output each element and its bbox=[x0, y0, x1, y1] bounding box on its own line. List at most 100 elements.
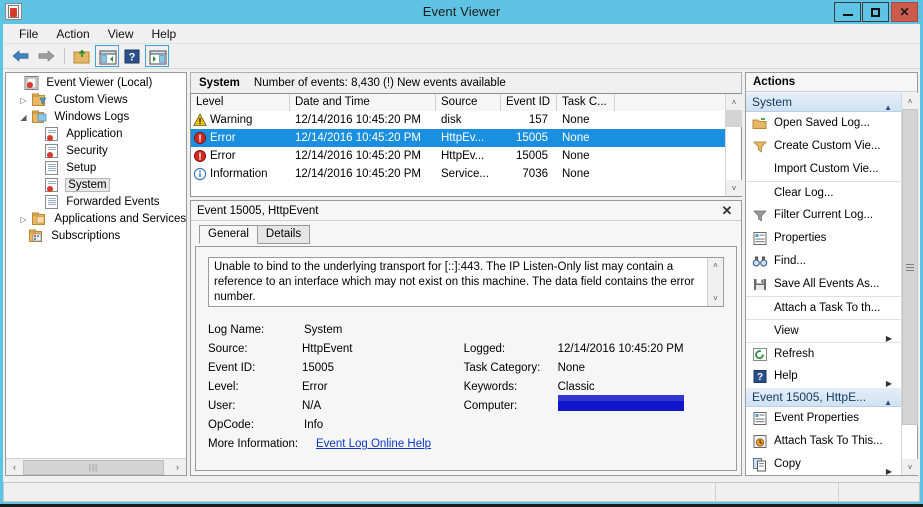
console-tree-horizontal-scrollbar[interactable]: ‹ ||| › bbox=[6, 458, 186, 475]
column-header-source[interactable]: Source bbox=[436, 94, 501, 111]
maximize-button[interactable] bbox=[862, 2, 889, 22]
tree-item-subscriptions[interactable]: Subscriptions bbox=[6, 228, 186, 245]
scroll-right-arrow[interactable]: › bbox=[169, 459, 186, 475]
menu-bar: File Action View Help bbox=[3, 24, 920, 44]
section-header-label: Event 15005, HttpE... bbox=[752, 390, 867, 404]
forward-button[interactable] bbox=[34, 45, 58, 67]
tree-item-custom-views[interactable]: ▷ Custom Views bbox=[6, 92, 186, 109]
tree-item-event-viewer-local[interactable]: Event Viewer (Local) bbox=[6, 75, 186, 92]
action-help[interactable]: ? Help ▶ bbox=[746, 365, 901, 388]
action-properties[interactable]: Properties bbox=[746, 227, 901, 250]
tree-item-system[interactable]: System bbox=[6, 177, 186, 194]
log-alert-icon bbox=[44, 143, 60, 158]
custom-views-icon bbox=[32, 93, 48, 107]
column-header-level[interactable]: Level bbox=[191, 94, 290, 111]
cell-task-category: None bbox=[562, 132, 590, 144]
action-attach-a-task-to-this-log[interactable]: Attach a Task To th... bbox=[746, 296, 901, 319]
cell-date-time: 12/14/2016 10:45:20 PM bbox=[295, 150, 421, 162]
warning-icon bbox=[193, 113, 207, 127]
field-row: OpCode: Info bbox=[208, 416, 724, 435]
collapse-icon[interactable]: ◢ bbox=[18, 109, 29, 126]
scroll-up-arrow[interactable]: ˄ bbox=[708, 258, 723, 273]
expander-icon[interactable]: ▷ bbox=[18, 92, 29, 109]
submenu-arrow-icon: ▶ bbox=[885, 467, 892, 475]
event-log-online-help-link[interactable]: Event Log Online Help bbox=[316, 435, 481, 454]
actions-section-header-event[interactable]: Event 15005, HttpE... ▲ bbox=[746, 388, 901, 407]
cell-level: Warning bbox=[191, 111, 290, 129]
log-icon bbox=[44, 194, 60, 209]
actions-section-header-system[interactable]: System ▲ bbox=[746, 93, 901, 112]
table-row[interactable]: Warning 12/14/2016 10:45:20 PM disk 157 … bbox=[191, 111, 741, 129]
action-filter-current-log[interactable]: Filter Current Log... bbox=[746, 204, 901, 227]
event-message-box[interactable]: Unable to bind to the underlying transpo… bbox=[208, 257, 724, 307]
event-list-vertical-scrollbar[interactable]: ˄ ˅ bbox=[725, 94, 742, 196]
action-create-custom-view[interactable]: Create Custom Vie... bbox=[746, 135, 901, 158]
show-hide-action-pane-button[interactable] bbox=[145, 45, 169, 67]
minimize-button[interactable] bbox=[834, 2, 861, 22]
menu-file[interactable]: File bbox=[10, 25, 47, 43]
tab-details[interactable]: Details bbox=[256, 225, 311, 244]
show-hide-console-tree-button[interactable] bbox=[95, 45, 119, 67]
scroll-thumb[interactable] bbox=[726, 110, 742, 127]
message-vertical-scrollbar[interactable]: ˄ ˅ bbox=[707, 258, 723, 306]
binoculars-icon bbox=[752, 254, 768, 269]
action-view[interactable]: View ▶ bbox=[746, 319, 901, 342]
column-header-date-time[interactable]: Date and Time bbox=[290, 94, 436, 111]
close-icon[interactable]: ✕ bbox=[719, 203, 735, 219]
scroll-thumb[interactable] bbox=[902, 109, 918, 425]
scroll-left-arrow[interactable]: ‹ bbox=[6, 459, 23, 475]
scroll-down-arrow[interactable]: ˅ bbox=[708, 291, 723, 306]
action-event-properties[interactable]: Event Properties bbox=[746, 407, 901, 430]
menu-view[interactable]: View bbox=[99, 25, 143, 43]
title-bar: Event Viewer ✕ bbox=[0, 0, 923, 24]
column-header-event-id[interactable]: Event ID bbox=[501, 94, 557, 111]
tree-item-label: Subscriptions bbox=[51, 230, 121, 242]
tree-item-applications-and-services-logs[interactable]: ▷ Applications and Services Lo bbox=[6, 211, 186, 228]
scroll-thumb[interactable]: ||| bbox=[23, 459, 164, 475]
general-tab-content: Unable to bind to the underlying transpo… bbox=[195, 246, 737, 471]
tree-item-forwarded-events[interactable]: Forwarded Events bbox=[6, 194, 186, 211]
table-row[interactable]: Error 12/14/2016 10:45:20 PM HttpEv... 1… bbox=[191, 147, 741, 165]
action-import-custom-view[interactable]: Import Custom Vie... bbox=[746, 158, 901, 181]
menu-action[interactable]: Action bbox=[47, 25, 98, 43]
tree-item-setup[interactable]: Setup bbox=[6, 160, 186, 177]
scroll-down-arrow[interactable]: ˅ bbox=[902, 459, 918, 475]
log-alert-icon bbox=[44, 126, 60, 141]
action-label: Filter Current Log... bbox=[774, 209, 874, 221]
tab-general[interactable]: General bbox=[199, 225, 258, 244]
table-row[interactable]: Error 12/14/2016 10:45:20 PM HttpEv... 1… bbox=[191, 129, 741, 147]
scroll-up-arrow[interactable]: ˄ bbox=[726, 94, 742, 110]
column-header-task-category[interactable]: Task C... bbox=[557, 94, 615, 111]
action-attach-task-to-this-event[interactable]: Attach Task To This... bbox=[746, 430, 901, 453]
up-one-level-button[interactable] bbox=[70, 45, 94, 67]
menu-help[interactable]: Help bbox=[143, 25, 186, 43]
action-clear-log[interactable]: Clear Log... bbox=[746, 181, 901, 204]
scroll-down-arrow[interactable]: ˅ bbox=[726, 180, 742, 196]
detail-tabs: General Details bbox=[191, 225, 741, 244]
subscriptions-icon bbox=[29, 229, 45, 243]
submenu-arrow-icon: ▶ bbox=[885, 379, 892, 388]
tree-item-security[interactable]: Security bbox=[6, 143, 186, 160]
action-copy[interactable]: Copy ▶ bbox=[746, 453, 901, 475]
log-name: System bbox=[199, 77, 240, 89]
action-find[interactable]: Find... bbox=[746, 250, 901, 273]
table-row[interactable]: Information 12/14/2016 10:45:20 PM Servi… bbox=[191, 165, 741, 183]
back-button[interactable] bbox=[9, 45, 33, 67]
action-refresh[interactable]: Refresh bbox=[746, 342, 901, 365]
action-save-all-events-as[interactable]: Save All Events As... bbox=[746, 273, 901, 296]
folder-icon bbox=[32, 212, 48, 226]
actions-vertical-scrollbar[interactable]: ˄ ˅ bbox=[901, 93, 918, 475]
section-header-label: System bbox=[752, 95, 793, 109]
scroll-up-arrow[interactable]: ˄ bbox=[902, 93, 918, 109]
logged-label: Logged: bbox=[463, 343, 506, 355]
computer-label: Computer: bbox=[463, 400, 518, 412]
expander-icon[interactable]: ▷ bbox=[18, 211, 29, 228]
tree-item-label: System bbox=[65, 178, 110, 192]
cell-event-id: 7036 bbox=[522, 168, 548, 180]
scroll-thumb[interactable] bbox=[708, 273, 723, 291]
action-open-saved-log[interactable]: Open Saved Log... bbox=[746, 112, 901, 135]
tree-item-windows-logs[interactable]: ◢ Windows Logs bbox=[6, 109, 186, 126]
help-button[interactable]: ? bbox=[120, 45, 144, 67]
tree-item-application[interactable]: Application bbox=[6, 126, 186, 143]
close-button[interactable]: ✕ bbox=[891, 2, 918, 22]
